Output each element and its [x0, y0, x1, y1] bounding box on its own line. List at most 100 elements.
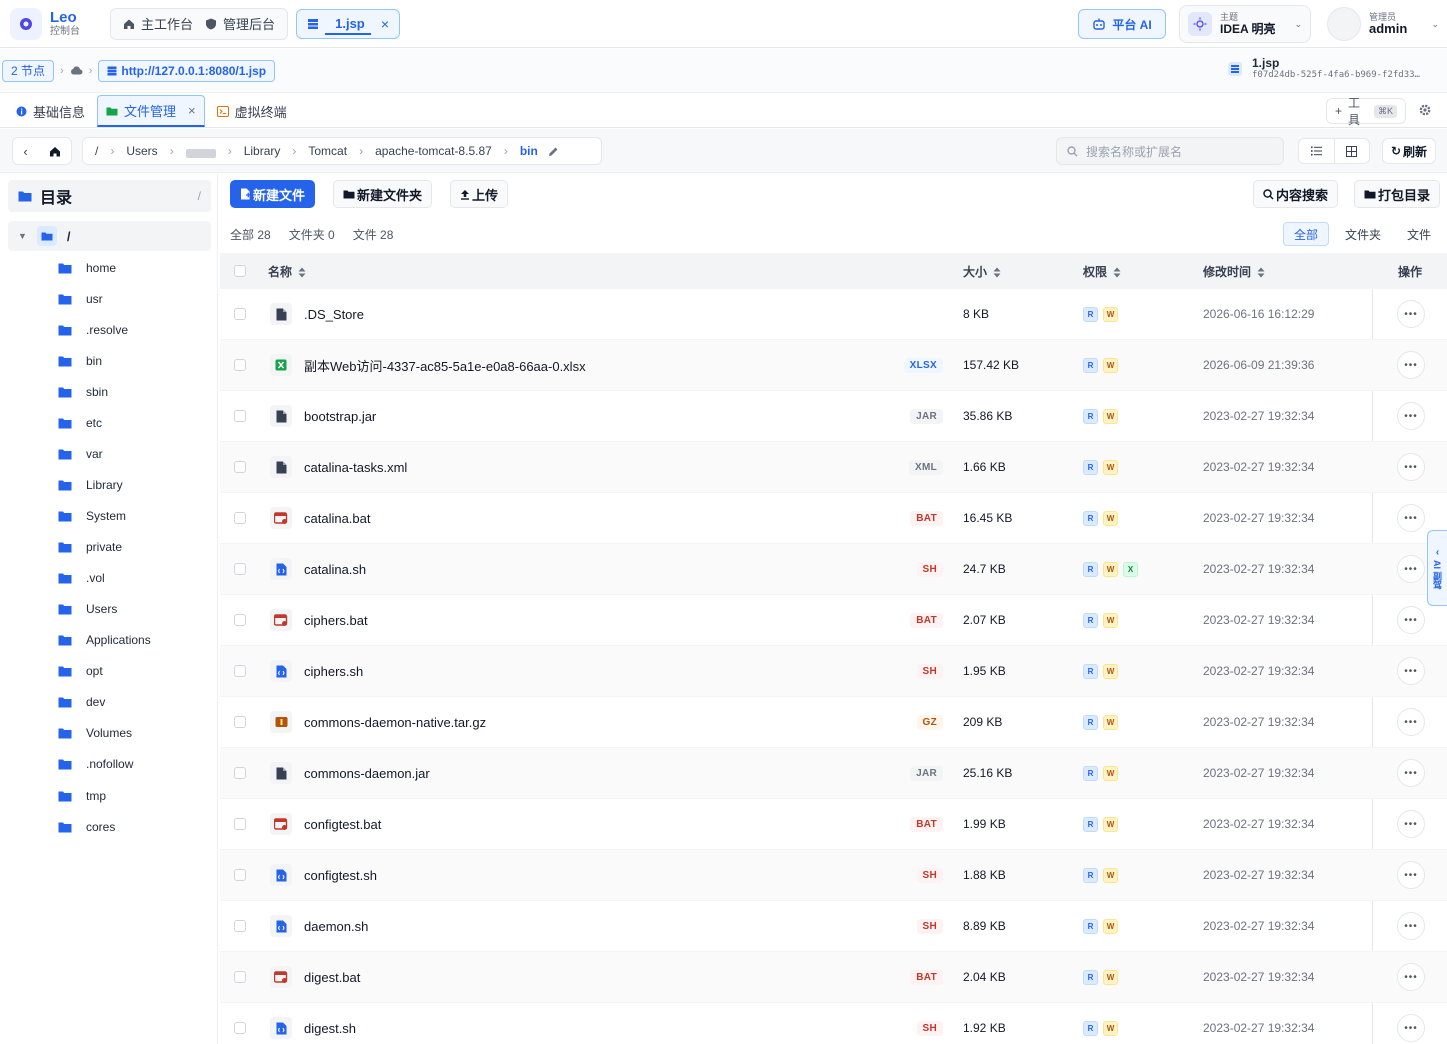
breadcrumb-redacted[interactable] [185, 148, 216, 158]
nodes-badge[interactable]: 2 节点 [2, 59, 55, 82]
pack-dir-button[interactable]: 打包目录 [1354, 180, 1441, 208]
breadcrumb-current[interactable]: bin [520, 144, 538, 158]
column-permission[interactable]: 权限 [1083, 263, 1121, 280]
file-name[interactable]: commons-daemon-native.tar.gz [304, 715, 486, 730]
breadcrumb-root[interactable]: / [95, 144, 98, 158]
filter-all[interactable]: 全部 [1283, 222, 1330, 246]
column-size[interactable]: 大小 [963, 263, 1001, 280]
nav-admin[interactable]: 管理后台 [199, 14, 281, 33]
nav-workbench[interactable]: 主工作台 [117, 14, 199, 33]
ai-copilot-toggle[interactable]: ‹ AI 副驾 [1427, 530, 1447, 606]
file-name[interactable]: ciphers.sh [304, 664, 363, 679]
tab-basic-info[interactable]: 基础信息 [8, 95, 93, 127]
row-checkbox[interactable] [234, 614, 246, 626]
table-row[interactable]: commons-daemon.jar JAR 25.16 KB R W 2023-02-2… [220, 748, 1447, 799]
row-checkbox[interactable] [234, 308, 246, 320]
sidebar-item-etc[interactable]: etc [58, 407, 151, 438]
theme-switcher[interactable]: 主题 IDEA 明亮 ⌄ [1179, 5, 1311, 43]
file-name[interactable]: catalina.bat [304, 511, 371, 526]
sidebar-item-applications[interactable]: Applications [58, 624, 151, 655]
platform-ai-button[interactable]: 平台 AI [1078, 9, 1166, 39]
tools-button[interactable]: + 工具 ⌘K [1326, 96, 1406, 127]
close-icon[interactable]: × [381, 16, 389, 32]
row-checkbox[interactable] [234, 767, 246, 779]
table-row[interactable]: daemon.sh SH 8.89 KB R W 2023-02-27 19:32:34 •… [220, 901, 1447, 952]
breadcrumb-users[interactable]: Users [126, 144, 157, 158]
close-icon[interactable]: × [188, 103, 196, 118]
tab-file-manager[interactable]: 文件管理 × [97, 95, 205, 127]
sidebar-item-cores[interactable]: cores [58, 811, 151, 842]
more-actions-button[interactable]: ••• [1397, 504, 1425, 532]
row-checkbox[interactable] [234, 665, 246, 677]
filter-files[interactable]: 文件 [1397, 222, 1441, 246]
filter-folders[interactable]: 文件夹 [1335, 222, 1391, 246]
file-name[interactable]: daemon.sh [304, 919, 368, 934]
file-name[interactable]: ciphers.bat [304, 613, 368, 628]
tab-virtual-terminal[interactable]: 虚拟终端 [209, 95, 295, 127]
row-checkbox[interactable] [234, 869, 246, 881]
grid-view-icon[interactable] [1333, 139, 1370, 163]
table-row[interactable]: catalina-tasks.xml XML 1.66 KB R W 2023-02-27… [220, 442, 1447, 493]
table-row[interactable]: ciphers.bat BAT 2.07 KB R W 2023-02-27 19:32:… [220, 595, 1447, 646]
sidebar-item-users[interactable]: Users [58, 593, 151, 624]
sidebar-item-library[interactable]: Library [58, 469, 151, 500]
sidebar-item-system[interactable]: System [58, 500, 151, 531]
more-actions-button[interactable]: ••• [1397, 810, 1425, 838]
file-name[interactable]: bootstrap.jar [304, 409, 376, 424]
new-file-button[interactable]: 新建文件 [230, 180, 316, 208]
sidebar-item-private[interactable]: private [58, 531, 151, 562]
table-row[interactable]: catalina.sh SH 24.7 KB R W X 2023-02-27 19:32:… [220, 544, 1447, 595]
file-name[interactable]: digest.sh [304, 1021, 356, 1036]
breadcrumb-apache-tomcat[interactable]: apache-tomcat-8.5.87 [375, 144, 492, 158]
column-mtime[interactable]: 修改时间 [1203, 263, 1265, 280]
more-actions-button[interactable]: ••• [1397, 555, 1425, 583]
column-name[interactable]: 名称 [268, 263, 306, 280]
row-checkbox[interactable] [234, 818, 246, 830]
table-row[interactable]: configtest.sh SH 1.88 KB R W 2023-02-27 19:32… [220, 850, 1447, 901]
sidebar-item-usr[interactable]: usr [58, 283, 151, 314]
back-button[interactable]: ‹ [23, 144, 27, 159]
table-row[interactable]: digest.sh SH 1.92 KB R W 2023-02-27 19:32:34 •… [220, 1003, 1447, 1044]
sidebar-item-sbin[interactable]: sbin [58, 376, 151, 407]
gear-icon[interactable] [1418, 103, 1432, 120]
row-checkbox[interactable] [234, 1022, 246, 1034]
row-checkbox[interactable] [234, 971, 246, 983]
more-actions-button[interactable]: ••• [1397, 912, 1425, 940]
file-name[interactable]: digest.bat [304, 970, 360, 985]
target-url[interactable]: http://127.0.0.1:8080/1.jsp [98, 59, 276, 82]
new-folder-button[interactable]: 新建文件夹 [333, 180, 433, 208]
more-actions-button[interactable]: ••• [1397, 606, 1425, 634]
pencil-icon[interactable] [548, 146, 559, 157]
table-row[interactable]: .DS_Store 8 KB R W 2026-06-16 16:12:29 ••• [220, 289, 1447, 340]
file-name[interactable]: commons-daemon.jar [304, 766, 430, 781]
row-checkbox[interactable] [234, 512, 246, 524]
row-checkbox[interactable] [234, 716, 246, 728]
table-row[interactable]: bootstrap.jar JAR 35.86 KB R W 2023-02-27 19:… [220, 391, 1447, 442]
refresh-button[interactable]: ↻ 刷新 [1382, 138, 1436, 164]
more-actions-button[interactable]: ••• [1397, 1014, 1425, 1042]
file-name[interactable]: catalina-tasks.xml [304, 460, 407, 475]
more-actions-button[interactable]: ••• [1397, 453, 1425, 481]
more-actions-button[interactable]: ••• [1397, 963, 1425, 991]
home-icon[interactable] [49, 146, 61, 157]
row-checkbox[interactable] [234, 920, 246, 932]
row-checkbox[interactable] [234, 563, 246, 575]
more-actions-button[interactable]: ••• [1397, 861, 1425, 889]
sidebar-item-opt[interactable]: opt [58, 655, 151, 686]
search-input[interactable]: 搜索名称或扩展名 [1056, 137, 1284, 165]
row-checkbox[interactable] [234, 461, 246, 473]
file-name[interactable]: catalina.sh [304, 562, 366, 577]
sidebar-item-var[interactable]: var [58, 438, 151, 469]
more-actions-button[interactable]: ••• [1397, 300, 1425, 328]
user-menu[interactable]: 管理员 admin ⌄ [1327, 6, 1439, 42]
file-name[interactable]: 副本Web访问-4337-ac85-5a1e-e0a8-66aa-0.xlsx [304, 356, 586, 375]
content-search-button[interactable]: 内容搜索 [1253, 180, 1339, 208]
tree-root[interactable]: ▼ / [8, 221, 211, 251]
more-actions-button[interactable]: ••• [1397, 759, 1425, 787]
sidebar-item-vol[interactable]: .vol [58, 562, 151, 593]
table-row[interactable]: commons-daemon-native.tar.gz GZ 209 KB R W 20… [220, 697, 1447, 748]
upload-button[interactable]: 上传 [450, 180, 509, 208]
open-tab-1jsp[interactable]: 1.jsp × [296, 8, 401, 39]
breadcrumb-tomcat[interactable]: Tomcat [308, 144, 347, 158]
file-name[interactable]: configtest.sh [304, 868, 377, 883]
